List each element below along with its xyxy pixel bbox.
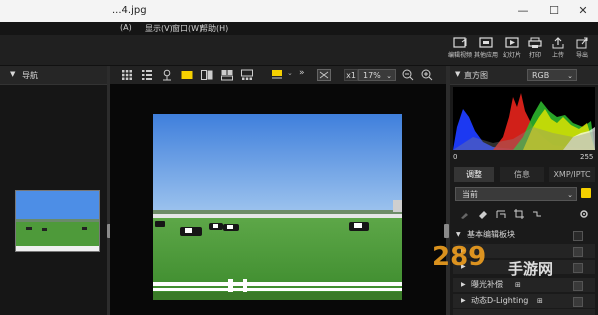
export-button[interactable]: 导出 (569, 37, 595, 59)
zoom-1x-button[interactable]: x1 (344, 69, 358, 81)
chevron-down-icon: ⌄ (567, 191, 573, 199)
upload-label: 上传 (551, 52, 564, 59)
navigator-thumbnail-image (16, 191, 99, 251)
window-title: ...4.jpg (112, 5, 147, 16)
adjust-preset-value: 当前 (462, 190, 478, 199)
tab-xmp-iptc[interactable]: XMP/IPTC (549, 167, 595, 182)
other-apps-label: 其他应用 (473, 52, 498, 59)
adjust-preset-select[interactable]: 当前 ⌄ (455, 187, 577, 201)
export-label: 导出 (575, 52, 588, 59)
menu-item-view[interactable]: 显示(V) (145, 23, 173, 34)
zoom-level-select[interactable]: 17% ⌄ (358, 69, 396, 81)
maximize-button[interactable]: ☐ (539, 3, 569, 19)
redeye-icon[interactable] (531, 208, 543, 220)
other-apps-button[interactable]: 其他应用 (473, 37, 499, 59)
straighten-icon[interactable] (495, 208, 507, 220)
crop-icon[interactable] (513, 208, 525, 220)
main-toolbar: 编辑视频 其他应用 幻灯片 打印 上传 导出 (0, 35, 598, 66)
navigator-title: 导航 (22, 71, 38, 80)
tab-adjust[interactable]: 调整 (454, 167, 494, 182)
collapse-arrow-icon[interactable]: ▼ (456, 228, 461, 242)
label-marker-icon[interactable] (271, 69, 283, 81)
navigator-header[interactable]: ▼ 导航 (0, 66, 107, 85)
thumbnail-strip-icon[interactable] (241, 69, 253, 81)
menu-bar: (A) 显示(V) 窗口(W) 帮助(H) (0, 22, 598, 35)
collapse-arrow-icon[interactable]: ▼ (10, 70, 15, 78)
title-bar: ...4.jpg — ☐ ✕ (0, 0, 598, 22)
brush-icon[interactable] (459, 208, 471, 220)
minimize-button[interactable]: — (508, 3, 538, 19)
expand-arrow-icon[interactable]: ▶ (461, 294, 466, 308)
main-photo[interactable] (153, 114, 402, 300)
histogram-graph (453, 87, 595, 150)
basic-edit-section-header[interactable]: ▼ 基本编辑板块 (453, 228, 595, 242)
active-d-lighting-row[interactable]: ▶ 动态D-Lighting ⊞ (453, 293, 595, 308)
zoom-dropdown-icon: ⌄ (386, 72, 392, 80)
grid-view-icon[interactable] (121, 69, 133, 81)
basic-edit-section-title: 基本编辑板块 (467, 230, 515, 239)
histogram-title: 直方图 (464, 71, 488, 80)
menu-item-a[interactable]: (A) (120, 23, 132, 32)
histogram-image (453, 93, 595, 150)
chevron-down-icon: ⌄ (567, 72, 573, 80)
zoom-in-icon[interactable] (421, 69, 433, 81)
edit-video-label: 编辑视频 (447, 52, 472, 59)
exposure-compensation-label: 曝光补偿 (471, 280, 503, 289)
gear-icon[interactable] (578, 208, 590, 220)
edit-video-icon (453, 37, 467, 48)
row-checkbox[interactable] (573, 263, 583, 273)
fit-to-screen-icon[interactable] (317, 69, 331, 81)
map-pin-icon[interactable] (161, 69, 173, 81)
histogram-min-label: 0 (453, 153, 458, 161)
histogram-channel-value: RGB (532, 71, 550, 80)
adjust-row-partial (453, 309, 595, 315)
zoom-out-icon[interactable] (402, 69, 414, 81)
edit-video-button[interactable]: 编辑视频 (447, 37, 473, 59)
row-checkbox[interactable] (573, 247, 583, 257)
tab-info[interactable]: 信息 (500, 167, 544, 182)
active-d-lighting-badge: ⊞ (537, 297, 543, 305)
collapse-arrow-icon[interactable]: ▼ (455, 70, 460, 78)
adjust-enable-checkbox[interactable] (581, 188, 591, 198)
upload-icon (552, 37, 564, 49)
site-watermark-text: 手游网 (508, 260, 554, 278)
chevron-down-icon[interactable]: ⌄ (287, 69, 293, 77)
histogram-channel-select[interactable]: RGB ⌄ (527, 69, 577, 81)
list-view-icon[interactable] (141, 69, 153, 81)
photo-image (153, 114, 402, 300)
eraser-icon[interactable] (477, 208, 489, 220)
upload-button[interactable]: 上传 (545, 37, 571, 59)
active-d-lighting-label: 动态D-Lighting (471, 296, 529, 305)
single-view-icon[interactable] (181, 69, 193, 81)
compare-view-icon[interactable] (201, 69, 213, 81)
menu-item-help[interactable]: 帮助(H) (200, 23, 228, 34)
other-apps-icon (479, 37, 493, 48)
expand-arrow-icon[interactable]: ▶ (461, 278, 466, 292)
section-enable-checkbox[interactable] (573, 231, 583, 241)
exposure-compensation-badge: ⊞ (515, 281, 521, 289)
menu-item-window[interactable]: 窗口(W) (172, 23, 202, 34)
site-watermark-number: 289 (432, 242, 487, 272)
filmstrip-view-icon[interactable] (221, 69, 233, 81)
navigator-thumbnail[interactable] (15, 190, 100, 252)
zoom-level-value: 17% (363, 71, 381, 80)
histogram-max-label: 255 (580, 153, 594, 161)
print-icon (528, 37, 542, 48)
row-checkbox[interactable] (573, 281, 583, 291)
slideshow-icon (505, 37, 519, 48)
export-icon (576, 37, 588, 49)
right-panel-toggle[interactable] (444, 224, 449, 238)
row-checkbox[interactable] (573, 297, 583, 307)
double-chevron-right-icon[interactable]: » (299, 68, 305, 78)
close-button[interactable]: ✕ (568, 3, 598, 19)
exposure-compensation-row[interactable]: ▶ 曝光补偿 ⊞ (453, 277, 595, 292)
